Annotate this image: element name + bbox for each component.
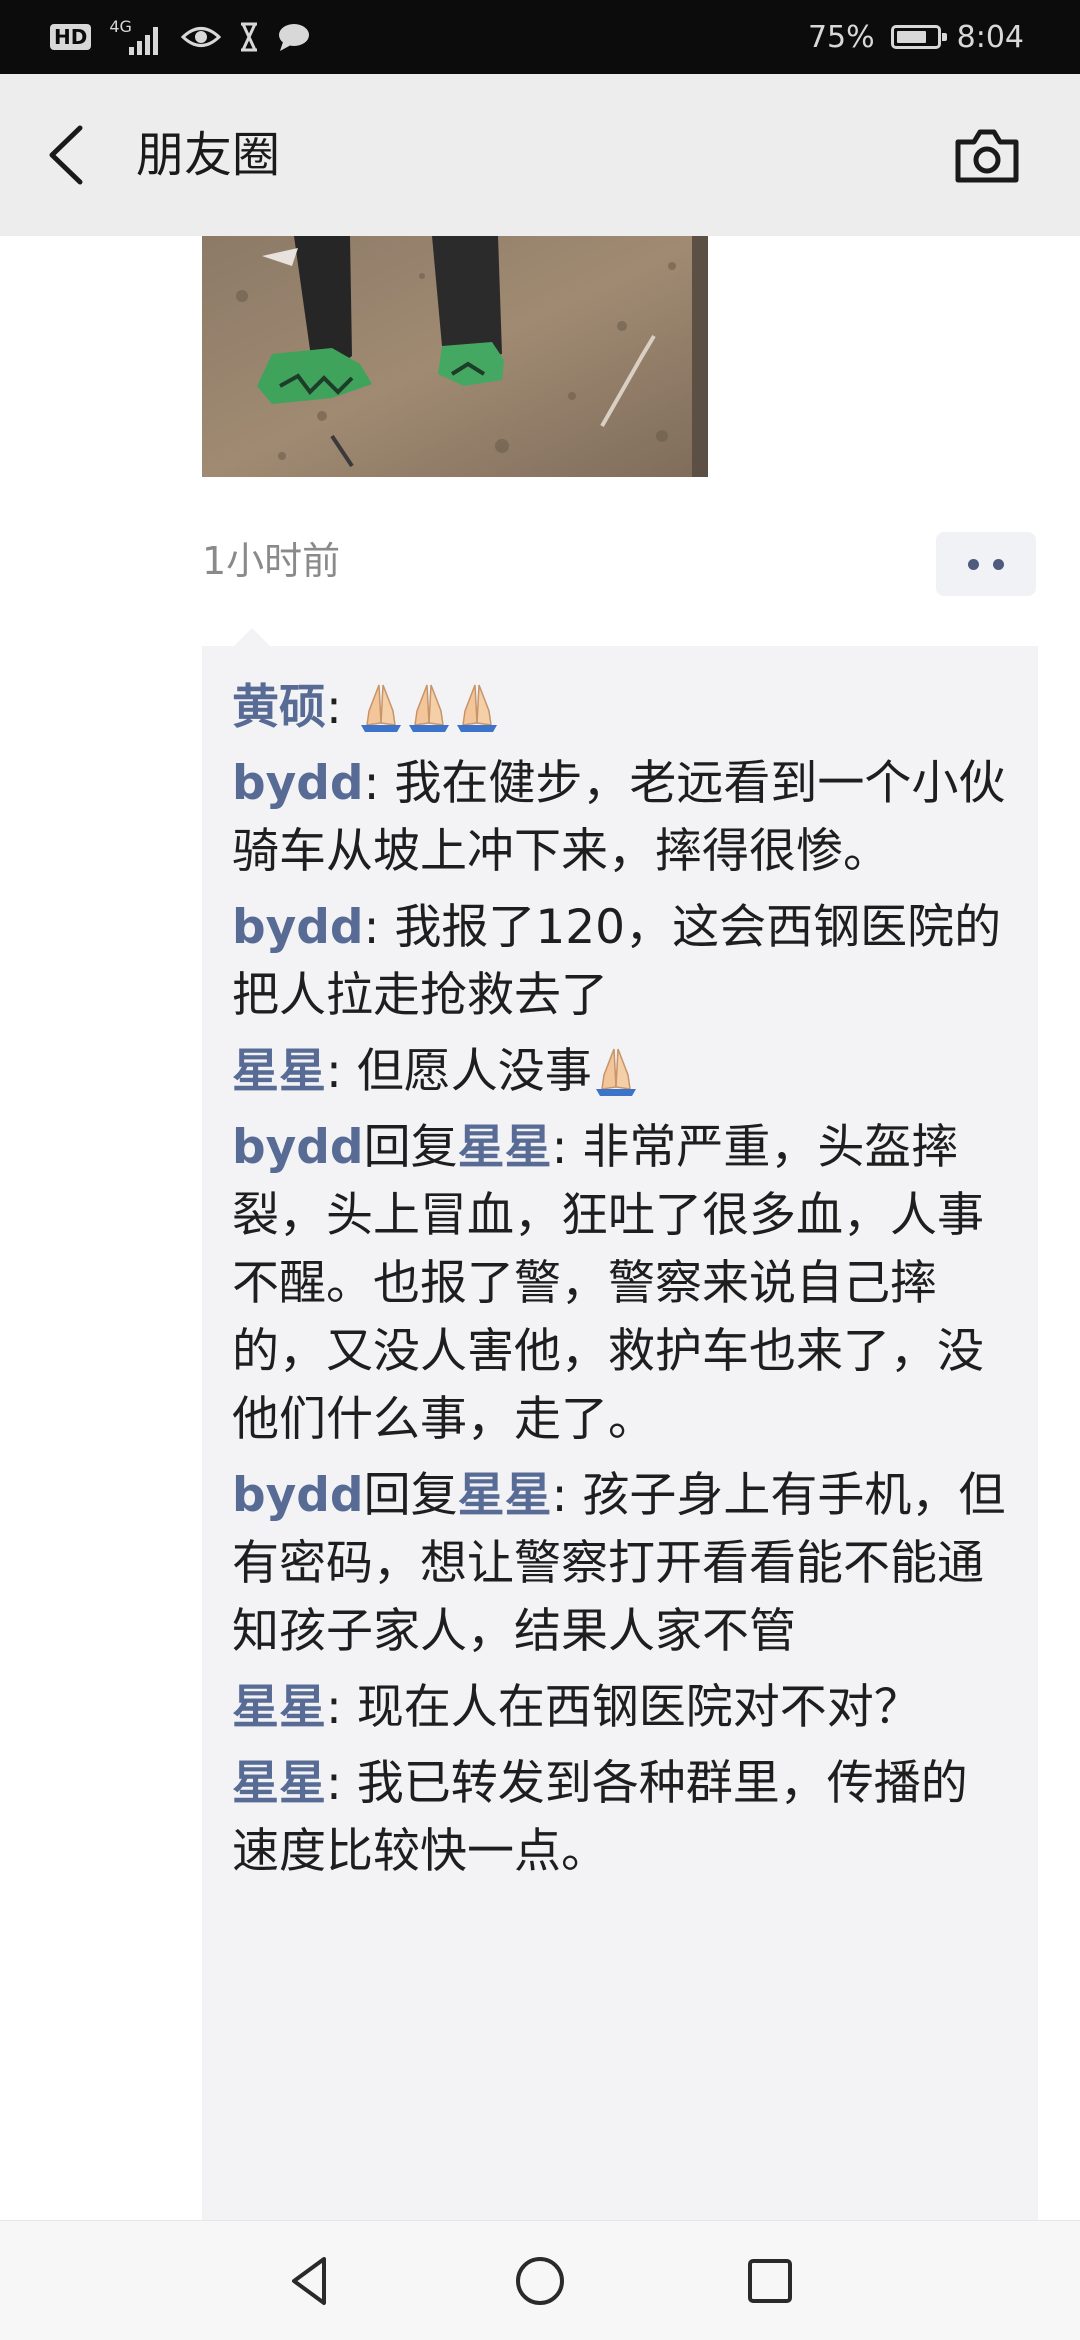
comment-item[interactable]: 星星: 但愿人没事 [232,1038,1012,1106]
comment-box: 黄硕: bydd: 我在健步，老远看到一个小伙骑车从坡上冲下来，摔得很惨。 byd… [202,628,1038,2220]
comment-user-name[interactable]: bydd [232,900,364,955]
status-bar: HD 4G 75% 8:04 [0,0,1080,74]
status-icons-left: HD 4G [50,14,311,60]
comment-user-name[interactable]: 星星 [232,1756,326,1811]
nav-bar: 朋友圈 [0,74,1080,236]
page-title: 朋友圈 [136,127,281,183]
reply-word: 回复 [363,1120,458,1175]
chat-icon [279,24,310,51]
reply-word: 回复 [363,1468,458,1523]
comment-user-name[interactable]: bydd [232,1120,364,1175]
comment-item[interactable]: bydd: 我在健步，老远看到一个小伙骑车从坡上冲下来，摔得很惨。 [232,750,1012,886]
comment-list: 黄硕: bydd: 我在健步，老远看到一个小伙骑车从坡上冲下来，摔得很惨。 byd… [232,674,1012,1894]
status-icons-right: 75% 8:04 [808,14,1024,60]
system-navigation-bar [0,2220,1080,2340]
comment-separator: : [326,1680,357,1735]
comment-item[interactable]: bydd回复星星: 孩子身上有手机，但有密码，想让警察打开看看能不能通知孩子家人… [232,1462,1012,1666]
comment-separator: : [326,680,357,735]
comment-user-name[interactable]: 星星 [232,1044,326,1099]
reply-target-name[interactable]: 星星 [458,1120,552,1175]
eye-icon [181,27,222,47]
back-triangle-icon[interactable] [280,2251,340,2311]
comment-separator: : [326,1044,357,1099]
comment-text: 但愿人没事 [356,1044,592,1099]
recents-square-icon[interactable] [740,2251,800,2311]
comment-separator: : [363,900,395,955]
battery-percent: 75% [807,19,875,55]
comment-item[interactable]: bydd回复星星: 非常严重，头盔摔裂，头上冒血，狂吐了很多血，人事不醒。也报了… [232,1114,1012,1454]
comment-separator: : [551,1120,583,1175]
comment-separator: : [363,756,395,811]
moments-feed: 1小时前 黄硕: bydd: 我在健步，老远看到一个小伙骑车从坡上冲下来，摔得很… [0,236,1080,2220]
comment-separator: : [551,1468,583,1523]
comment-user-name[interactable]: 星星 [232,1680,326,1735]
praying-hands-icon [595,1048,636,1096]
comment-user-name[interactable]: 黄硕 [232,680,326,735]
comment-text: 现在人在西钢医院对不对？ [356,1680,921,1735]
comment-separator: : [326,1756,357,1811]
clock: 8:04 [956,19,1024,55]
praying-hands-icon [456,684,497,732]
hourglass-icon [241,22,258,52]
signal-icon: 4G [109,19,163,55]
comment-item[interactable]: 星星: 我已转发到各种群里，传播的速度比较快一点。 [232,1750,1012,1886]
praying-hands-icon [408,684,449,732]
camera-icon[interactable] [952,122,1022,188]
home-circle-icon[interactable] [510,2251,570,2311]
comment-item[interactable]: bydd: 我报了120，这会西钢医院的把人拉走抢救去了 [232,894,1012,1030]
more-dots-icon[interactable] [936,532,1036,596]
comment-user-name[interactable]: bydd [232,1468,364,1523]
post-time: 1小时前 [202,539,341,583]
post-photo[interactable] [202,236,708,477]
praying-hands-icon [360,684,401,732]
reply-target-name[interactable]: 星星 [458,1468,552,1523]
comment-item[interactable]: 星星: 现在人在西钢医院对不对？ [232,1674,1012,1742]
back-arrow-icon[interactable] [40,122,96,188]
hd-icon: HD [50,24,92,50]
comment-user-name[interactable]: bydd [232,756,364,811]
comment-item[interactable]: 黄硕: [232,674,1012,742]
battery-icon [890,25,947,49]
